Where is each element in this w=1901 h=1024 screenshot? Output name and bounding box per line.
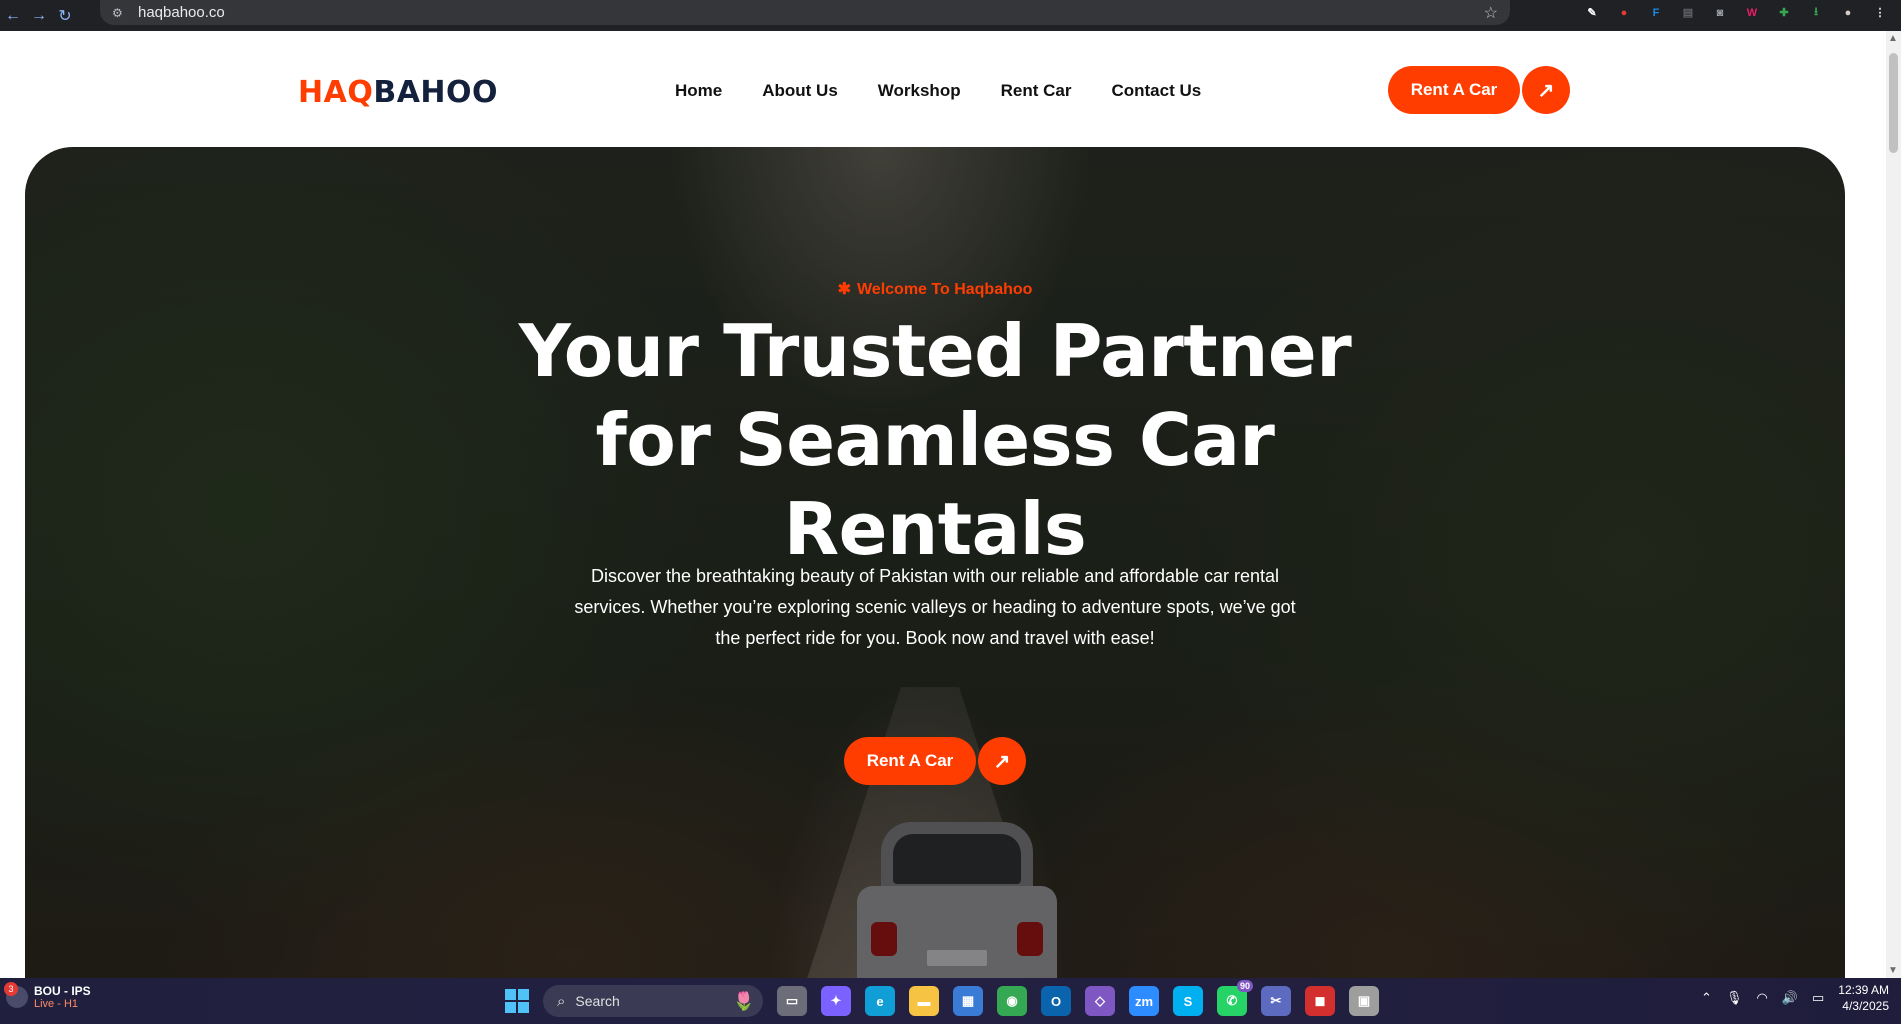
puzzle-extension-icon[interactable]: ✚ bbox=[1775, 4, 1793, 22]
profile-avatar-icon[interactable]: ● bbox=[1839, 4, 1857, 22]
clock[interactable]: 12:39 AM 4/3/2025 bbox=[1838, 982, 1889, 1014]
camera-extension-icon[interactable]: ◙ bbox=[1711, 4, 1729, 22]
status-widget[interactable]: 3 BOU - IPS Live - H1 bbox=[4, 982, 91, 1010]
whatsapp-icon[interactable]: ✆ 90 bbox=[1217, 980, 1253, 1016]
logo-part1: HAQ bbox=[298, 75, 374, 110]
arrow-up-right-icon[interactable]: ↗ bbox=[978, 737, 1026, 785]
windows-start-icon[interactable] bbox=[505, 989, 529, 1013]
chevron-up-icon[interactable]: ⌃ bbox=[1701, 990, 1712, 1006]
back-arrow-icon[interactable]: ← bbox=[0, 3, 26, 29]
tulips-icon: 🌷 bbox=[732, 990, 755, 1011]
clock-date: 4/3/2025 bbox=[1842, 999, 1889, 1013]
hero-rent-car-cta[interactable]: Rent A Car ↗ bbox=[844, 737, 1026, 785]
hero-eyebrow-text: Welcome To Haqbahoo bbox=[856, 281, 1033, 298]
site-settings-icon[interactable]: ⚙ bbox=[112, 6, 128, 20]
taskbar-apps: ⌕ Search 🌷 ▭ ✦ e ▬ ▦ ◉ O ◇ zm S ✆ 90 ✂ ◼ ▣ bbox=[505, 980, 1379, 1018]
status-avatar-icon: 3 bbox=[4, 982, 28, 1008]
battery-icon[interactable]: ▭ bbox=[1812, 990, 1824, 1006]
zoom-icon[interactable]: zm bbox=[1129, 986, 1159, 1016]
hero-title: Your Trusted Partner for Seamless Car Re… bbox=[518, 309, 1352, 571]
store-icon[interactable]: ▦ bbox=[953, 986, 983, 1016]
snipping-tool-icon[interactable]: ✂ bbox=[1261, 986, 1291, 1016]
arrow-up-right-icon[interactable]: ↗ bbox=[1522, 66, 1570, 114]
chrome-icon[interactable]: ◉ bbox=[997, 986, 1027, 1016]
app-icon[interactable]: ▣ bbox=[1349, 986, 1379, 1016]
hero-section: ✱ Welcome To Haqbahoo Your Trusted Partne… bbox=[25, 147, 1845, 978]
printer-extension-icon[interactable]: ▤ bbox=[1679, 4, 1697, 22]
web-page: HAQBAHOO Home About Us Workshop Rent Car… bbox=[0, 31, 1886, 978]
download-icon[interactable]: ⭳ bbox=[1807, 4, 1825, 22]
page-scrollbar[interactable]: ▲ ▼ bbox=[1886, 31, 1901, 978]
site-logo[interactable]: HAQBAHOO bbox=[298, 75, 498, 110]
header-rent-car-button[interactable]: Rent A Car bbox=[1388, 66, 1520, 114]
outlook-icon[interactable]: O bbox=[1041, 986, 1071, 1016]
visual-studio-icon[interactable]: ◇ bbox=[1085, 986, 1115, 1016]
address-url[interactable]: haqbahoo.co bbox=[138, 4, 225, 21]
folder-icon[interactable]: ▬ bbox=[909, 986, 939, 1016]
menu-kebab-icon[interactable]: ⋮ bbox=[1871, 4, 1889, 22]
hero-description: Discover the breathtaking beauty of Paki… bbox=[574, 566, 1296, 648]
status-badge: 3 bbox=[4, 982, 18, 996]
scroll-up-icon[interactable]: ▲ bbox=[1888, 33, 1898, 44]
notification-badge: 90 bbox=[1236, 980, 1253, 992]
eyedropper-icon[interactable]: ✎ bbox=[1583, 4, 1601, 22]
shield-extension-icon[interactable]: ● bbox=[1615, 4, 1633, 22]
nav-home[interactable]: Home bbox=[675, 81, 722, 101]
system-tray: ⌃ 🎙 ◠ 🔊 ▭ 12:39 AM 4/3/2025 bbox=[1701, 982, 1889, 1014]
volume-icon[interactable]: 🔊 bbox=[1782, 990, 1798, 1006]
search-placeholder: Search bbox=[575, 993, 620, 1009]
forward-arrow-icon[interactable]: → bbox=[26, 3, 52, 29]
recorder-icon[interactable]: ◼ bbox=[1305, 986, 1335, 1016]
reload-icon[interactable]: ↻ bbox=[52, 3, 78, 29]
clock-time: 12:39 AM bbox=[1838, 983, 1889, 997]
windows-taskbar: 3 BOU - IPS Live - H1 ⌕ Search 🌷 ▭ ✦ e ▬ ▦ ◉ O… bbox=[0, 978, 1901, 1024]
taskbar-search[interactable]: ⌕ Search 🌷 bbox=[543, 985, 763, 1017]
hero-rent-car-button[interactable]: Rent A Car bbox=[844, 737, 976, 785]
copilot-icon[interactable]: ✦ bbox=[821, 986, 851, 1016]
extensions-area: ✎ ● F ▤ ◙ W ✚ ⭳ ● ⋮ bbox=[1583, 0, 1901, 25]
site-header: HAQBAHOO Home About Us Workshop Rent Car… bbox=[0, 31, 1886, 147]
main-nav: Home About Us Workshop Rent Car Contact … bbox=[675, 81, 1201, 101]
scroll-down-icon[interactable]: ▼ bbox=[1888, 965, 1898, 976]
w-extension-icon[interactable]: W bbox=[1743, 4, 1761, 22]
fi-extension-icon[interactable]: F bbox=[1647, 4, 1665, 22]
search-icon: ⌕ bbox=[557, 992, 566, 1010]
nav-about-us[interactable]: About Us bbox=[762, 81, 838, 101]
scrollbar-thumb[interactable] bbox=[1889, 53, 1898, 153]
nav-rent-car[interactable]: Rent Car bbox=[1001, 81, 1072, 101]
hero-eyebrow: ✱ Welcome To Haqbahoo bbox=[25, 279, 1845, 299]
nav-contact-us[interactable]: Contact Us bbox=[1111, 81, 1201, 101]
microphone-icon[interactable]: 🎙 bbox=[1726, 990, 1743, 1006]
header-rent-car-cta[interactable]: Rent A Car ↗ bbox=[1388, 66, 1570, 114]
nav-workshop[interactable]: Workshop bbox=[878, 81, 961, 101]
status-title: BOU - IPS bbox=[34, 984, 91, 998]
wifi-icon[interactable]: ◠ bbox=[1756, 990, 1767, 1006]
bookmark-star-icon[interactable]: ☆ bbox=[1484, 3, 1498, 23]
asterisk-icon: ✱ bbox=[837, 281, 851, 298]
file-explorer-icon[interactable]: ▭ bbox=[777, 986, 807, 1016]
edge-icon[interactable]: e bbox=[865, 986, 895, 1016]
browser-toolbar: ← → ↻ ⚙ haqbahoo.co ☆ ✎ ● F ▤ ◙ W ✚ ⭳ ● ⋮ bbox=[0, 0, 1901, 31]
logo-part2: BAHOO bbox=[373, 75, 499, 110]
address-bar[interactable]: ⚙ haqbahoo.co ☆ bbox=[100, 0, 1510, 25]
skype-icon[interactable]: S bbox=[1173, 986, 1203, 1016]
status-subtitle: Live - H1 bbox=[34, 998, 79, 1010]
